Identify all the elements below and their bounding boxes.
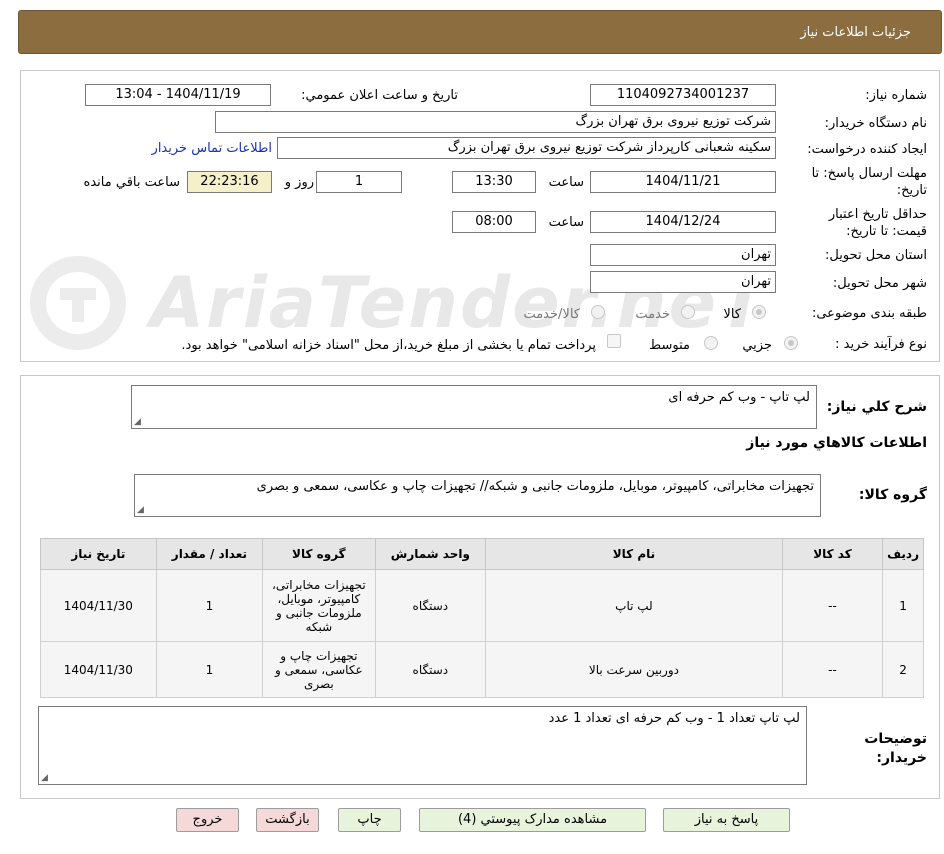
product-group-field: تجهیزات مخابراتی، کامپیوتر، موبایل، ملزو… (134, 474, 821, 517)
table-row: 1 -- لپ تاپ دستگاه تجهیزات مخابراتی، کام… (40, 569, 924, 642)
item-name-cell: لپ تاپ (485, 569, 783, 642)
deadline-time-label: ساعت (548, 175, 584, 190)
validity-time-label: ساعت (548, 215, 584, 230)
city-field: تهران (590, 271, 776, 293)
remaining-label: ساعت باقي مانده (83, 175, 180, 190)
validity-time-field: 08:00 (452, 211, 536, 233)
col-quantity-header: تعداد / مقدار (155, 538, 264, 570)
item-quantity-cell: 1 (155, 569, 264, 642)
items-table: ردیف کد کالا نام کالا واحد شمارش گروه کا… (40, 538, 924, 698)
need-number-field: 1104092734001237 (590, 84, 776, 106)
print-button[interactable]: چاپ (338, 808, 401, 832)
page-title: جزئیات اطلاعات نیاز (800, 25, 911, 40)
validity-label: حداقل تاریخ اعتبار قیمت: تا تاریخ: (828, 207, 927, 239)
city-label: شهر محل تحویل: (832, 276, 927, 291)
time-remaining-field: 22:23:16 (187, 171, 272, 193)
row-number-cell: 2 (882, 641, 924, 698)
items-section-title: اطلاعات کالاهاي مورد نياز (746, 435, 927, 451)
process-minor-radio[interactable] (784, 336, 798, 350)
col-name-header: نام کالا (485, 538, 783, 570)
announce-datetime-field: 1404/11/19 - 13:04 (85, 84, 271, 106)
category-label: طبقه بندی موضوعی: (811, 306, 927, 321)
buyer-contact-link[interactable]: اطلاعات تماس خریدار (152, 141, 272, 156)
item-name-cell: دوربین سرعت بالا (485, 641, 783, 698)
exit-button[interactable]: خروج (176, 808, 239, 832)
validity-date-field: 1404/12/24 (590, 211, 776, 233)
buyer-notes-field: لپ تاپ تعداد 1 - وب کم حرفه ای تعداد 1 ع… (38, 706, 807, 785)
item-group-cell: تجهیزات مخابراتی، کامپیوتر، موبایل، ملزو… (262, 569, 376, 642)
items-table-header: ردیف کد کالا نام کالا واحد شمارش گروه کا… (40, 538, 924, 570)
deadline-label: مهلت ارسال پاسخ: تا تاریخ: (811, 166, 927, 198)
product-group-label: گروه کالا: (858, 487, 927, 503)
row-number-cell: 1 (882, 569, 924, 642)
back-button[interactable]: بازگشت (256, 808, 319, 832)
creator-field: سکینه شعبانی کارپرداز شرکت توزیع نیروی ب… (277, 137, 776, 159)
col-row-header: ردیف (882, 538, 924, 570)
item-code-cell: -- (781, 569, 884, 642)
general-description-field: لپ تاپ - وب کم حرفه ای ◢ (131, 385, 817, 429)
treasury-payment-checkbox[interactable] (607, 334, 621, 348)
buyer-org-field: شرکت توزیع نیروی برق تهران بزرگ (215, 111, 776, 133)
process-label: نوع فرآیند خرید : (835, 337, 927, 352)
view-attachments-button[interactable]: مشاهده مدارک پیوستي (4) (419, 808, 646, 832)
days-remaining-field: 1 (316, 171, 402, 193)
col-unit-header: واحد شمارش (374, 538, 487, 570)
col-code-header: کد کالا (781, 538, 884, 570)
general-description-text: لپ تاپ - وب کم حرفه ای (668, 390, 810, 405)
category-goods-radio[interactable] (752, 305, 766, 319)
reply-button[interactable]: پاسخ به نیاز (663, 808, 790, 832)
category-goods-service-label: کالا/خدمت (523, 307, 580, 322)
product-group-text: تجهیزات مخابراتی، کامپیوتر، موبایل، ملزو… (256, 479, 814, 494)
buyer-notes-label: توضیحات خریدار: (864, 731, 927, 766)
page-header: جزئیات اطلاعات نیاز (18, 10, 942, 54)
col-group-header: گروه کالا (262, 538, 376, 570)
table-row: 2 -- دوربین سرعت بالا دستگاه تجهیزات چاپ… (40, 641, 924, 698)
category-service-label: خدمت (635, 307, 670, 322)
process-minor-label: جزیي (742, 338, 772, 353)
need-number-label: شماره نیاز: (865, 88, 927, 103)
item-code-cell: -- (781, 641, 884, 698)
category-goods-label: کالا (723, 307, 741, 322)
general-description-label: شرح کلي نياز: (826, 399, 927, 415)
resize-grip-icon[interactable]: ◢ (137, 506, 144, 515)
category-goods-service-radio[interactable] (591, 305, 605, 319)
category-service-radio[interactable] (681, 305, 695, 319)
announce-label: تاریخ و ساعت اعلان عمومي: (301, 88, 458, 103)
process-medium-radio[interactable] (704, 336, 718, 350)
deadline-date-field: 1404/11/21 (590, 171, 776, 193)
province-label: استان محل تحویل: (825, 248, 927, 263)
creator-label: ایجاد کننده درخواست: (807, 142, 927, 157)
item-unit-cell: دستگاه (374, 641, 487, 698)
item-date-cell: 1404/11/30 (40, 569, 157, 642)
deadline-time-field: 13:30 (452, 171, 536, 193)
watermark-logo-icon (30, 256, 126, 350)
col-date-header: تاریخ نیاز (40, 538, 157, 570)
treasury-payment-note: پرداخت تمام یا بخشی از مبلغ خرید،از محل … (181, 338, 596, 353)
province-field: تهران (590, 244, 776, 266)
resize-grip-icon[interactable]: ◢ (41, 774, 48, 783)
item-group-cell: تجهیزات چاپ و عکاسی، سمعی و بصری (262, 641, 376, 698)
buyer-org-label: نام دستگاه خریدار: (824, 116, 927, 131)
item-date-cell: 1404/11/30 (40, 641, 157, 698)
item-unit-cell: دستگاه (374, 569, 487, 642)
item-quantity-cell: 1 (155, 641, 264, 698)
process-medium-label: متوسط (649, 338, 690, 353)
days-label: روز و (284, 175, 314, 190)
buyer-notes-text: لپ تاپ تعداد 1 - وب کم حرفه ای تعداد 1 ع… (548, 711, 800, 726)
resize-grip-icon[interactable]: ◢ (134, 418, 141, 427)
